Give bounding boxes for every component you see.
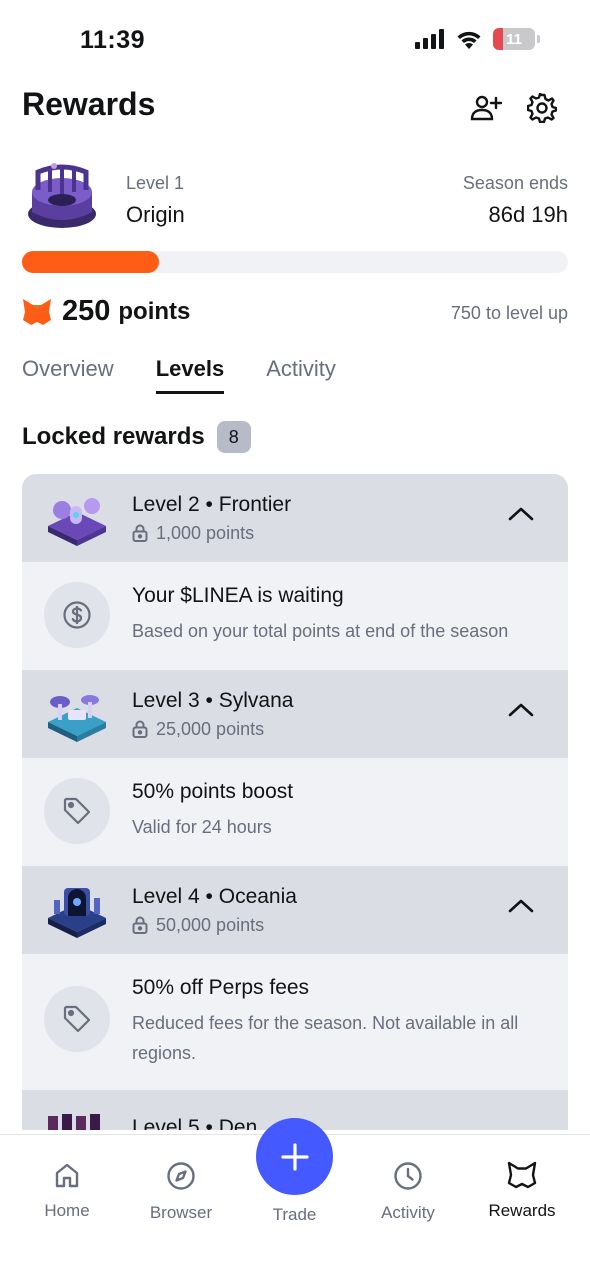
nav-home[interactable]: Home [12,1161,122,1221]
status-time: 11:39 [80,26,146,54]
tab-activity[interactable]: Activity [266,356,336,394]
metamask-fox-icon [23,298,51,325]
add-user-icon [470,95,502,121]
locked-rewards-title: Locked rewards [22,423,205,450]
settings-button[interactable] [526,92,558,124]
level-header-sylvana[interactable]: Level 3 • Sylvana 25,000 points [22,670,568,758]
header-actions [470,92,558,124]
chevron-up-icon[interactable] [508,898,534,914]
level-progress-bar [22,251,568,273]
tag-icon [63,1005,91,1033]
chevron-up-icon[interactable] [508,702,534,718]
locked-rewards-count: 8 [216,421,251,453]
level-thumbnail [48,695,106,742]
clock-icon [394,1162,422,1190]
level-thumbnail [48,888,106,938]
points-unit: points [118,297,191,325]
season-ends-label: Season ends [462,173,568,193]
battery-level: 11 [506,30,522,48]
level-header-frontier[interactable]: Level 2 • Frontier 1,000 points [22,474,568,562]
nav-rewards[interactable]: Rewards [467,1161,577,1221]
current-level-name: Origin [126,202,185,227]
lock-icon [132,524,148,542]
battery-icon: 11 [493,28,535,50]
season-ends-value: 86d 19h [488,202,568,227]
chevron-up-icon[interactable] [508,506,534,522]
points-summary: 250 points [22,295,190,328]
reward-icon-bg [44,582,110,648]
level-title: Level 2 • Frontier [132,492,292,516]
reward-title: Your $LINEA is waiting [132,584,344,607]
current-level-label: Level 1 [126,173,185,193]
level-points-required: 50,000 points [156,914,265,935]
trade-button[interactable] [256,1118,333,1195]
reward-title: 50% points boost [132,780,294,803]
nav-activity-label: Activity [381,1203,435,1222]
status-icons: 11 [415,28,540,50]
points-value: 250 [62,295,111,327]
locked-rewards-list: Level 2 • Frontier 1,000 points Your $LI… [22,474,568,1130]
page-title: Rewards [22,86,156,122]
status-bar: 11:39 11 [0,0,590,80]
level-title: Level 3 • Sylvana [132,688,294,712]
reward-description: Valid for 24 hours [132,817,272,837]
level-title: Level 4 • Oceania [132,884,297,908]
add-user-button[interactable] [470,92,502,124]
level-title: Level 5 • Den [132,1116,258,1130]
gear-icon [527,93,557,123]
tab-overview[interactable]: Overview [22,356,114,394]
signal-icon [415,29,444,49]
level-thumbnail [48,1114,100,1130]
fox-outline-icon [507,1161,537,1189]
level-points-required: 25,000 points [156,718,265,739]
reward-description: Based on your total points at end of the… [132,621,509,641]
level-header-oceania[interactable]: Level 4 • Oceania 50,000 points [22,866,568,954]
plus-icon [280,1142,309,1171]
wifi-icon [457,31,481,49]
rewards-tabs: Overview Levels Activity [22,356,336,394]
lock-icon [132,916,148,934]
reward-icon-bg [44,778,110,844]
points-to-level-up: 750 to level up [450,303,568,323]
nav-browser[interactable]: Browser [126,1161,236,1223]
level-progress-fill [22,251,159,273]
level-thumbnail [48,498,106,546]
level-points-required: 1,000 points [156,522,255,543]
lock-icon [132,720,148,738]
nav-browser-label: Browser [149,1203,213,1222]
reward-item: 50% points boost Valid for 24 hours [22,758,568,866]
dollar-coin-icon [63,601,91,629]
battery-tip [537,35,540,43]
reward-title: 50% off Perps fees [132,976,310,999]
reward-icon-bg [44,986,110,1052]
home-icon [55,1163,79,1188]
tab-levels[interactable]: Levels [155,356,224,394]
nav-trade-label: Trade [272,1205,317,1224]
level-avatar [24,162,100,234]
compass-icon [167,1162,195,1190]
nav-home-label: Home [44,1201,90,1220]
reward-description: Reduced fees for the season. Not availab… [132,1013,519,1063]
nav-activity[interactable]: Activity [353,1161,463,1223]
reward-item: 50% off Perps fees Reduced fees for the … [22,954,568,1090]
nav-rewards-label: Rewards [488,1201,556,1220]
reward-item: Your $LINEA is waiting Based on your tot… [22,562,568,670]
locked-rewards-heading: Locked rewards 8 [22,421,251,453]
tag-icon [63,797,91,825]
